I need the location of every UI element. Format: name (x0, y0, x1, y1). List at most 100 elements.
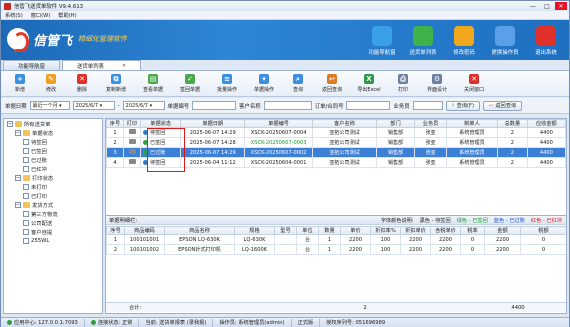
checkbox-icon[interactable] (23, 147, 29, 154)
toolbar-button-3[interactable]: ✕ 删除 (67, 72, 97, 96)
order-no-input[interactable] (192, 101, 237, 110)
collapse-icon[interactable]: − (15, 201, 21, 208)
toolbar-button-13[interactable]: ⚙ 界面设计 (419, 72, 455, 96)
menu-window[interactable]: 窗口(W) (31, 12, 51, 19)
column-header[interactable]: 规格 (234, 226, 275, 235)
query-button[interactable]: ⌕ 查询(F) (445, 100, 480, 111)
toolbar-button-10[interactable]: ↩ 返回查询 (314, 72, 350, 96)
menu-system[interactable]: 系统(S) (5, 12, 23, 19)
checkbox-icon[interactable] (23, 192, 29, 199)
column-header[interactable]: 应收金额 (526, 119, 566, 128)
toolbar-button-9[interactable]: ⌕ 查询 (283, 72, 313, 96)
toolbar-button-6[interactable]: ✓ 签回单据 (172, 72, 208, 96)
date-from-input[interactable]: 2025/6/7 ▾ (72, 101, 115, 110)
order-row[interactable]: 4 待签回 2025-06-04 11:12 XSCK-20250604-0001 亚拓… (106, 157, 566, 168)
detail-row[interactable]: 1 100101001 EPSON LQ-630K LQ-630K 台 1 2200 100 2… (106, 234, 566, 245)
date-to-input[interactable]: 2025/6/7 ▾ (122, 101, 165, 110)
tree-item[interactable]: 未打印 (4, 182, 102, 191)
checkbox-icon[interactable] (23, 228, 29, 235)
column-header[interactable]: 含税单价 (430, 226, 461, 235)
column-header[interactable]: 序号 (106, 119, 124, 128)
checkbox-icon[interactable] (23, 210, 29, 217)
column-header[interactable]: 商品编码 (124, 226, 165, 235)
minimize-button[interactable]: — (527, 2, 539, 10)
tab-1[interactable]: 功能导航窗 (3, 60, 60, 70)
column-header[interactable]: 税额 (520, 226, 566, 235)
column-header[interactable]: 单据状态 (139, 119, 182, 128)
column-header[interactable]: 税率 (460, 226, 485, 235)
tab-close-icon[interactable]: ✕ (122, 63, 126, 69)
column-header[interactable]: 单价 (340, 226, 371, 235)
tree-item-label: 公司配送 (31, 220, 53, 227)
top-button-2[interactable]: 送货单列表 (406, 23, 440, 57)
tree-item-label: 已红冲 (31, 166, 47, 173)
top-button-1[interactable]: 功能导航窗 (365, 23, 399, 57)
toolbar-button-2[interactable]: ✎ 修改 (36, 72, 66, 96)
toolbar-button-14[interactable]: ✕ 关闭窗口 (456, 72, 492, 96)
column-header[interactable]: 单据编号 (244, 119, 314, 128)
top-button-5[interactable]: 退出系统 (529, 23, 563, 57)
tree-item[interactable]: 公司配送 (4, 218, 102, 227)
tree-item[interactable]: 已过账 (4, 155, 102, 164)
checkbox-icon[interactable] (23, 219, 29, 226)
detail-row[interactable]: 2 100101002 EPSON针式打印机 LQ-1600K 台 1 2200 100 220… (106, 244, 566, 255)
column-header[interactable]: 打印 (123, 119, 141, 128)
tree-item[interactable]: 待签回 (4, 137, 102, 146)
tree-item[interactable]: 已红冲 (4, 164, 102, 173)
order-row[interactable]: 1 待签回 2025-06-07 14:29 XSCK-20250607-0004 亚拓… (106, 127, 566, 138)
toolbar-button-11[interactable]: X 导出Excel (351, 72, 387, 96)
column-header[interactable]: 单位 (296, 226, 319, 235)
checkbox-icon[interactable] (23, 156, 29, 163)
checkbox-icon[interactable] (23, 237, 29, 244)
tree-item[interactable]: 第三方物流 (4, 209, 102, 218)
tree-item[interactable]: − 打印状态 (4, 173, 102, 182)
close-button[interactable]: ✕ (555, 2, 567, 10)
toolbar-button-12[interactable]: ⎙ 打印 (388, 72, 418, 96)
toolbar-button-5[interactable]: ▤ 查看单据 (135, 72, 171, 96)
column-header[interactable]: 制单人 (446, 119, 498, 128)
collapse-icon[interactable]: − (7, 120, 13, 127)
tree-item[interactable]: 客户自提 (4, 227, 102, 236)
status-dot-icon (143, 150, 148, 155)
column-header[interactable]: 单据日期 (180, 119, 246, 128)
column-header[interactable]: 部门 (375, 119, 416, 128)
checkbox-icon[interactable] (23, 183, 29, 190)
maximize-button[interactable]: □ (541, 2, 553, 10)
toolbar-button-7[interactable]: ≡ 批量操作 (209, 72, 245, 96)
tree-item[interactable]: 255WL (4, 236, 102, 245)
order-row[interactable]: 3 已过账 2025-06-07 14:29 XSCK-20250607-0002 亚拓… (106, 147, 566, 158)
customer-input[interactable] (263, 101, 312, 110)
tree-item[interactable]: 已打印 (4, 191, 102, 200)
toolbar-button-1[interactable]: + 新增 (5, 72, 35, 96)
tree-item[interactable]: − 所有送货单 (4, 119, 102, 128)
column-header[interactable]: 型号 (274, 226, 297, 235)
column-header[interactable]: 业务员 (414, 119, 447, 128)
column-header[interactable]: 总数量 (497, 119, 528, 128)
column-header[interactable]: 商品名称 (164, 226, 235, 235)
toolbar-label: 复制新增 (105, 87, 126, 93)
column-header[interactable]: 金额 (484, 226, 521, 235)
business-input[interactable] (412, 101, 443, 110)
tree-item[interactable]: 已签回 (4, 146, 102, 155)
top-button-4[interactable]: 更换操作员 (488, 23, 522, 57)
toolbar-button-8[interactable]: ▾ 单据操作 (246, 72, 282, 96)
tree-item[interactable]: − 单据状态 (4, 128, 102, 137)
column-header[interactable]: 数量 (318, 226, 341, 235)
menu-help[interactable]: 帮助(H) (58, 12, 76, 19)
column-header[interactable]: 序号 (106, 226, 125, 235)
checkbox-icon[interactable] (23, 165, 29, 172)
collapse-icon[interactable]: − (15, 129, 21, 136)
reset-query-button[interactable]: ↩ 返回查询 (482, 100, 523, 111)
tab-2[interactable]: 送货单列表 ✕ (61, 60, 142, 70)
checkbox-icon[interactable] (23, 138, 29, 145)
tree-item[interactable]: − 发货方式 (4, 200, 102, 209)
column-header[interactable]: 折扣率% (370, 226, 401, 235)
contract-input[interactable] (346, 101, 391, 110)
column-header[interactable]: 折扣单价 (400, 226, 431, 235)
toolbar-button-4[interactable]: ⧉ 复制新增 (98, 72, 134, 96)
date-range-select[interactable]: 最近一个月 ▾ (29, 101, 70, 110)
order-row[interactable]: 2 已签回 2025-06-07 14:28 XSCK-20250607-0003 亚拓… (106, 137, 566, 148)
top-button-3[interactable]: 修改密码 (447, 23, 481, 57)
collapse-icon[interactable]: − (15, 174, 21, 181)
column-header[interactable]: 客户名称 (312, 119, 377, 128)
